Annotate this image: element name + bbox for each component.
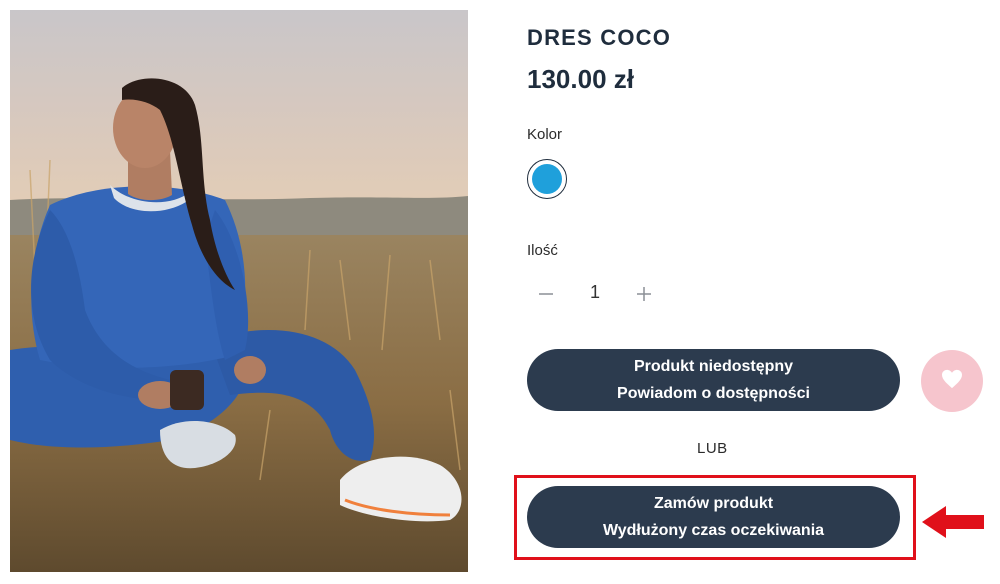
wishlist-button[interactable] — [921, 350, 983, 412]
notify-button-line2: Powiadom o dostępności — [617, 385, 810, 402]
quantity-label: Ilość — [527, 242, 558, 259]
heart-icon — [941, 369, 963, 394]
order-button-line2: Wydłużony czas oczekiwania — [602, 522, 825, 539]
minus-icon[interactable] — [532, 280, 560, 308]
order-button-line1: Zamów produkt — [653, 495, 774, 512]
color-label: Kolor — [527, 126, 563, 143]
notify-availability-button[interactable]: Produkt niedostępny Powiadom o dostępnoś… — [527, 349, 900, 411]
product-price: 130.00 zł — [527, 64, 634, 94]
quantity-stepper: 1 — [530, 278, 660, 312]
arrow-left-icon — [920, 503, 986, 541]
plus-icon[interactable] — [630, 280, 658, 308]
or-separator: LUB — [697, 440, 728, 457]
color-swatch[interactable] — [527, 159, 567, 199]
product-title: DRES COCO — [527, 25, 672, 50]
quantity-value[interactable]: 1 — [580, 282, 610, 303]
notify-button-line1: Produkt niedostępny — [633, 358, 794, 375]
color-swatch-fill — [532, 164, 562, 194]
order-product-button[interactable]: Zamów produkt Wydłużony czas oczekiwania — [527, 486, 900, 548]
product-photo[interactable] — [10, 10, 468, 572]
